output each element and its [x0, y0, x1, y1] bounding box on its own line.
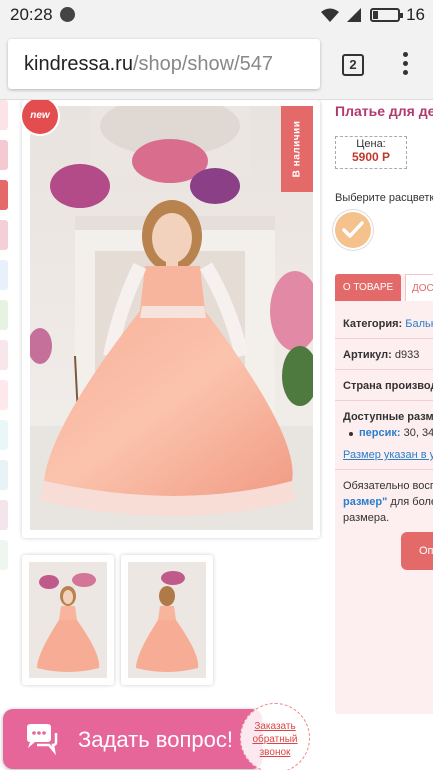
- article-value: d933: [394, 349, 420, 361]
- divider: [335, 338, 433, 339]
- price-value: 5900 Р: [351, 150, 391, 164]
- product-title: Платье для дев: [335, 103, 433, 119]
- list-bullet: [349, 432, 353, 436]
- url-host: kindressa.ru: [24, 53, 133, 75]
- size-list-item: персик: 30, 34,: [359, 427, 433, 439]
- browser-toolbar: kindressa.ru/shop/show/547 2: [0, 30, 433, 100]
- check-icon: [342, 221, 364, 238]
- status-indicators: 16: [320, 5, 425, 25]
- wifi-icon: [321, 8, 340, 22]
- note-line-2: размер" для более: [343, 496, 433, 508]
- divider: [335, 400, 433, 401]
- note-line-3: размера.: [343, 512, 390, 524]
- tab-delivery[interactable]: ДОСТ: [405, 274, 433, 301]
- country-label: Страна производи: [343, 380, 433, 392]
- note-link[interactable]: размер": [343, 496, 387, 508]
- signal-icon: [347, 8, 362, 22]
- viber-icon: [60, 7, 75, 22]
- url-bar[interactable]: kindressa.ru/shop/show/547: [8, 39, 320, 89]
- order-button[interactable]: Оп: [401, 532, 433, 570]
- in-stock-ribbon: В наличии: [281, 106, 313, 192]
- ask-question-label: Задать вопрос!: [78, 727, 233, 752]
- category-label: Категория:: [343, 318, 403, 330]
- chat-icon: [27, 724, 58, 755]
- ask-question-button[interactable]: Задать вопрос!: [3, 709, 262, 769]
- divider: [335, 369, 433, 370]
- divider: [335, 469, 433, 470]
- thumbnail-2[interactable]: [121, 555, 213, 685]
- left-category-strip: [0, 100, 8, 770]
- sizes-label: Доступные размер: [343, 411, 433, 423]
- callback-line-1: Заказать: [254, 721, 296, 732]
- thumbnail-1[interactable]: [22, 555, 114, 685]
- overflow-menu-icon[interactable]: [398, 52, 412, 78]
- battery-fill: [373, 11, 379, 19]
- status-time: 20:28: [10, 5, 53, 24]
- battery-icon: [370, 8, 404, 22]
- price-label: Цена:: [356, 138, 386, 150]
- callback-request-button[interactable]: Заказать обратный звонок: [240, 703, 310, 770]
- in-stock-label: В наличии: [291, 120, 303, 178]
- price-box: Цена: 5900 Р: [335, 136, 407, 169]
- product-info-panel: [335, 274, 433, 714]
- note-line-1: Обязательно восп: [343, 480, 433, 492]
- status-bar: 20:28 16: [0, 0, 433, 30]
- choose-color-label: Выберите расцветк: [335, 192, 433, 204]
- size-values: 30, 34,: [403, 427, 433, 439]
- article-label: Артикул:: [343, 349, 392, 361]
- color-swatch-peach[interactable]: [335, 212, 371, 248]
- size-info-link[interactable]: Размер указан в усл: [343, 449, 433, 461]
- tab-about-product[interactable]: О ТОВАРЕ: [335, 274, 401, 301]
- callback-line-2: обратный: [252, 734, 298, 745]
- sizes-row: Доступные размер: [343, 411, 433, 423]
- battery-level: 16: [406, 5, 425, 24]
- tab-switcher-button[interactable]: 2: [342, 54, 364, 76]
- page-content: new В наличии Платье для дев Цена: 5900 …: [0, 100, 433, 770]
- product-photo[interactable]: [30, 106, 313, 530]
- note-line-2-text: для более: [390, 496, 433, 508]
- category-link[interactable]: Бальн: [405, 318, 433, 330]
- country-row: Страна производи: [343, 380, 433, 392]
- category-row: Категория: Бальн: [343, 318, 433, 330]
- article-row: Артикул: d933: [343, 349, 419, 361]
- url-path: /shop/show/547: [132, 53, 274, 75]
- callback-line-3: звонок: [259, 747, 291, 758]
- size-color-name: персик:: [359, 427, 401, 439]
